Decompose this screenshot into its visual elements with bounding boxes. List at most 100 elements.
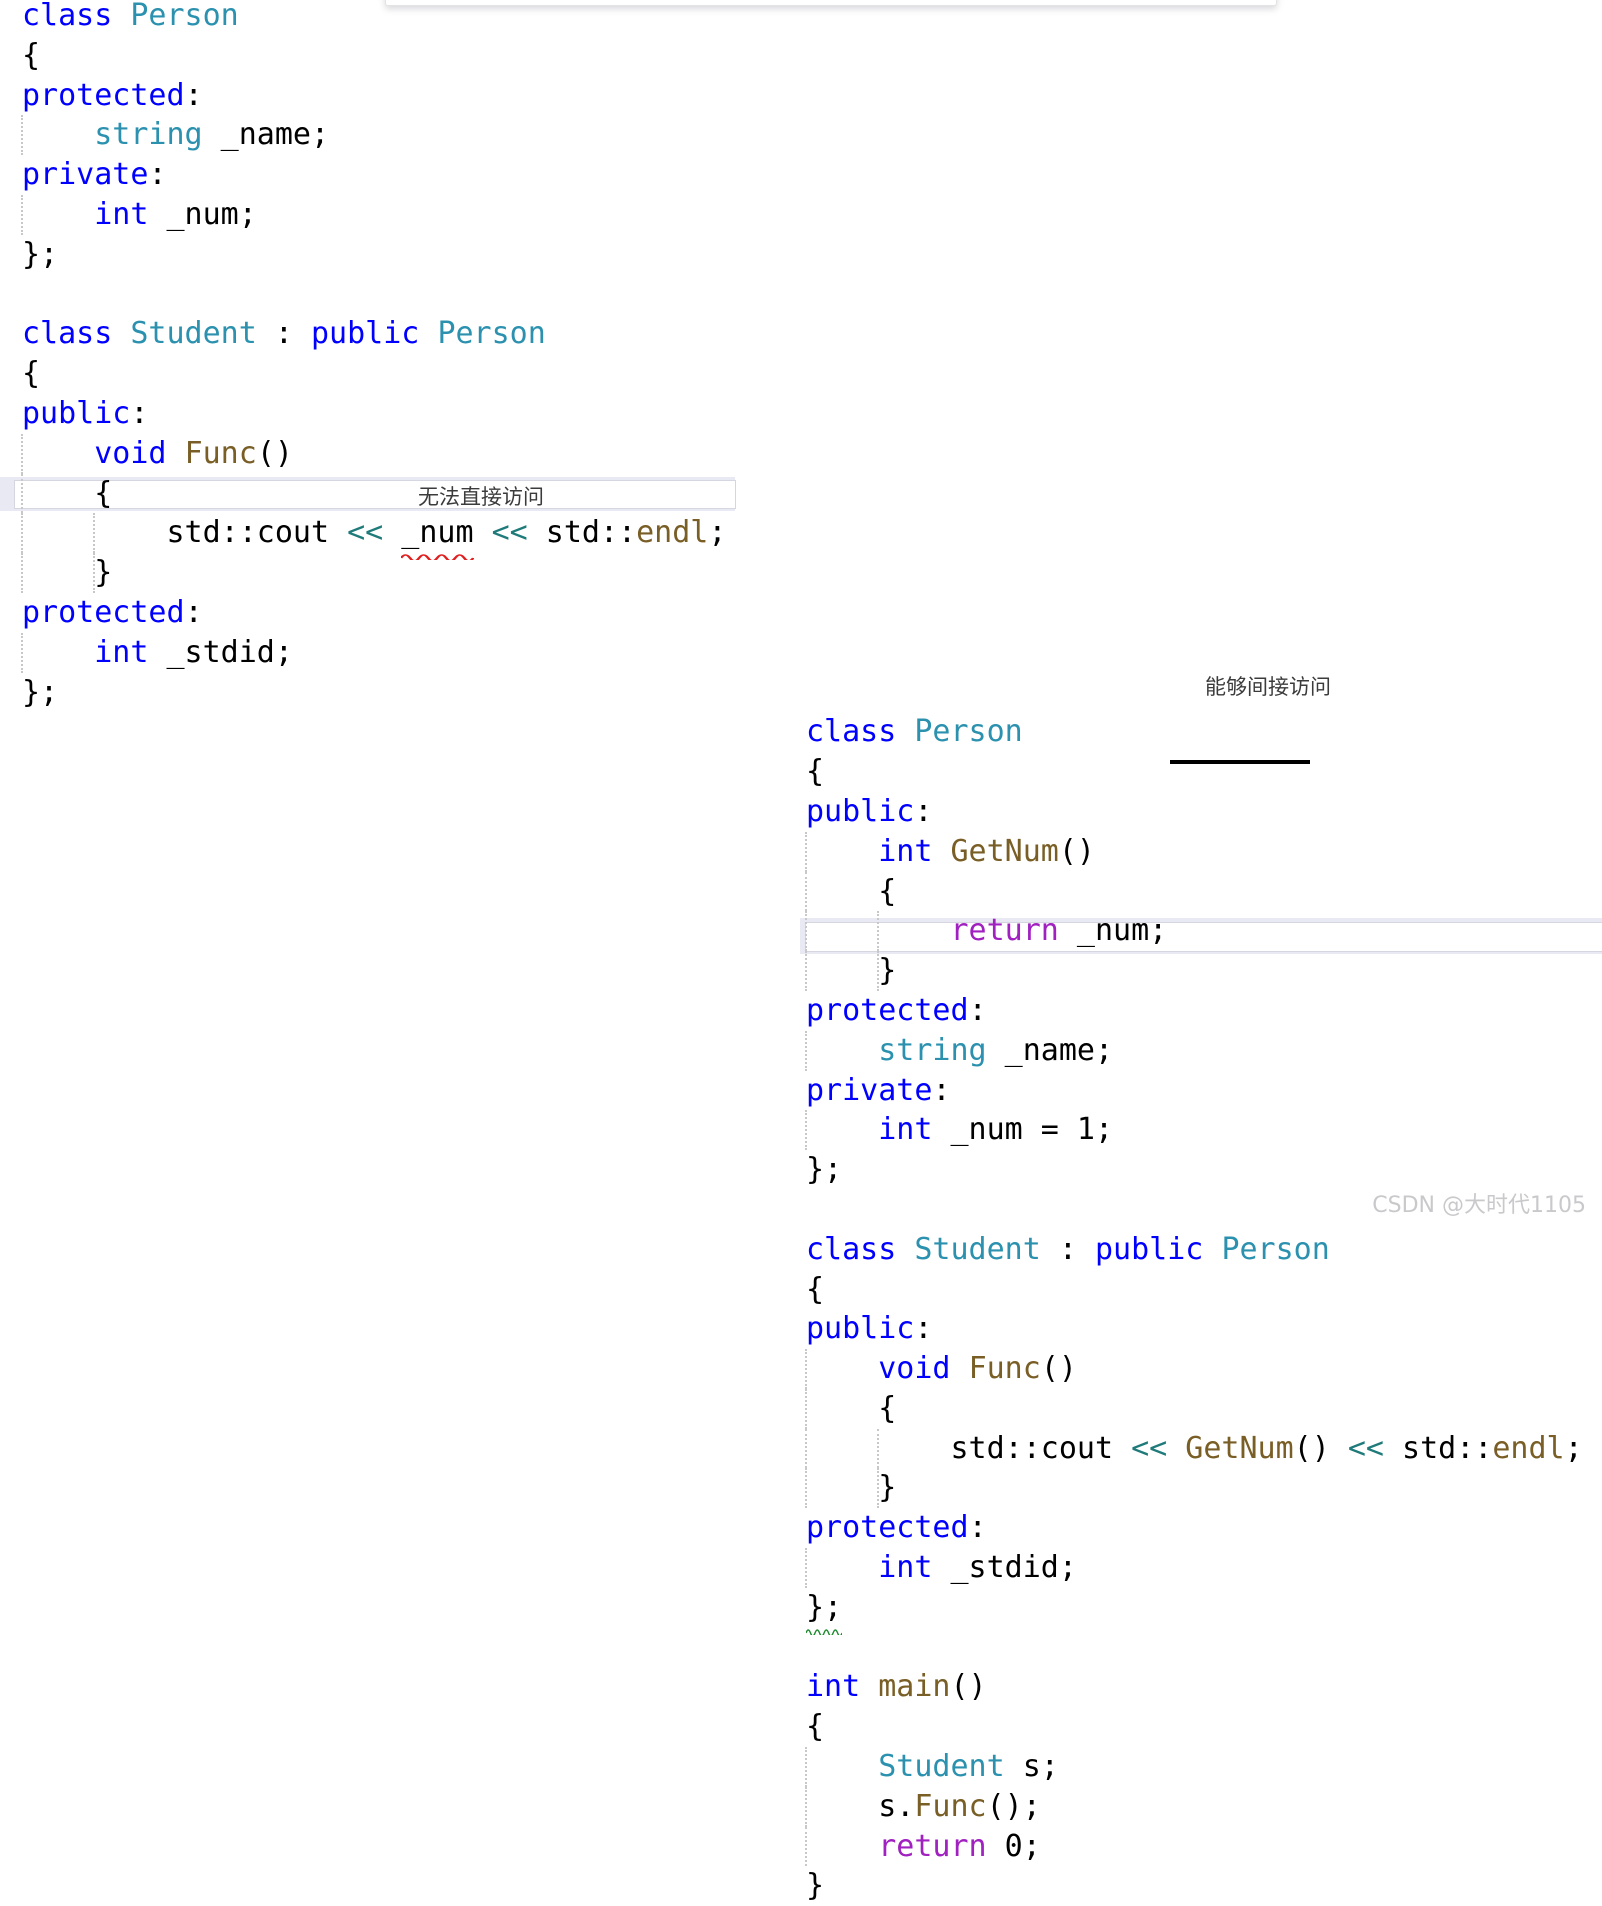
code-token: () <box>950 1669 987 1705</box>
code-line[interactable]: class Student : public Person <box>22 314 782 354</box>
code-token: { <box>806 1390 897 1426</box>
code-token: : <box>968 1510 987 1546</box>
code-token: Person <box>1221 1231 1330 1267</box>
code-line[interactable]: string _name; <box>21 115 782 156</box>
code-line[interactable]: } <box>805 1468 1602 1509</box>
code-line[interactable]: } <box>805 951 1602 991</box>
code-token: }; <box>22 674 59 710</box>
code-line[interactable]: return 0; <box>805 1826 1602 1867</box>
code-line[interactable]: s.Func(); <box>805 1786 1602 1827</box>
code-line[interactable]: class Student : public Person <box>806 1230 1602 1270</box>
getnum-emphasis-underline <box>1170 760 1310 764</box>
code-line[interactable]: string _name; <box>805 1030 1602 1071</box>
code-token: }; <box>806 1588 843 1635</box>
code-token: () <box>1058 833 1095 869</box>
code-token: _name; <box>986 1032 1114 1068</box>
code-token: } <box>22 555 113 591</box>
code-token: ; <box>1564 1430 1583 1466</box>
code-token: public <box>806 1311 915 1347</box>
code-line[interactable]: public: <box>806 1309 1602 1349</box>
code-line[interactable]: }; <box>22 673 782 713</box>
code-token: { <box>22 37 41 73</box>
code-token: : <box>256 316 311 352</box>
code-line[interactable]: { <box>22 354 782 394</box>
code-line[interactable]: }; <box>806 1150 1602 1190</box>
code-line[interactable]: int GetNum() <box>805 831 1602 872</box>
code-line[interactable]: int _stdid; <box>21 632 782 673</box>
tooltip-popup-shadow <box>385 0 1277 6</box>
csdn-watermark: CSDN @大时代1105 <box>1372 1193 1586 1218</box>
code-line[interactable]: } <box>21 553 782 593</box>
code-token: Person <box>914 714 1023 750</box>
code-line[interactable]: void Func() <box>805 1349 1602 1389</box>
code-line[interactable]: std::cout << _num << std::endl; <box>21 513 782 561</box>
code-line[interactable]: } <box>806 1866 1602 1906</box>
code-line[interactable]: std::cout << GetNum() << std::endl; <box>805 1428 1602 1469</box>
code-token: return <box>878 1828 987 1864</box>
code-line[interactable]: public: <box>22 394 782 434</box>
code-token: << <box>491 515 528 551</box>
code-token: std::cout <box>806 1430 1132 1466</box>
code-line[interactable]: class Person <box>806 712 1602 752</box>
code-token: { <box>806 1271 825 1307</box>
code-line[interactable]: { <box>21 473 782 514</box>
code-line[interactable]: void Func() <box>21 433 782 474</box>
code-line[interactable]: { <box>806 752 1602 792</box>
code-line[interactable]: { <box>806 1707 1602 1747</box>
code-line[interactable] <box>806 1628 1602 1668</box>
code-line[interactable]: { <box>22 36 782 76</box>
code-line[interactable]: int _num; <box>21 194 782 235</box>
code-token: Func <box>914 1788 987 1824</box>
code-line[interactable]: protected: <box>22 593 782 633</box>
code-line[interactable]: return _num; <box>805 911 1602 952</box>
code-token: public <box>22 395 131 431</box>
code-token: Func <box>968 1351 1041 1387</box>
code-token: private <box>22 157 149 193</box>
code-token: int <box>878 1112 933 1148</box>
code-line[interactable] <box>22 275 782 315</box>
code-line[interactable]: { <box>805 1388 1602 1429</box>
code-token: int <box>878 833 933 869</box>
code-line[interactable]: }; <box>806 1588 1602 1635</box>
code-token: std::cout <box>22 515 348 551</box>
code-token: endl <box>636 515 709 551</box>
code-token: ; <box>708 515 727 551</box>
code-line[interactable]: }; <box>22 235 782 275</box>
code-line[interactable]: Student s; <box>805 1747 1602 1787</box>
code-line[interactable]: public: <box>806 792 1602 832</box>
code-line[interactable]: protected: <box>22 76 782 116</box>
code-token: s; <box>1004 1749 1059 1785</box>
code-editor-left[interactable]: class Person{protected: string _name; pri… <box>21 0 782 713</box>
code-token: } <box>806 1868 825 1904</box>
code-token: protected <box>806 992 969 1028</box>
code-line[interactable]: private: <box>806 1071 1602 1111</box>
code-token: void <box>94 435 167 471</box>
code-line[interactable]: protected: <box>806 1508 1602 1548</box>
code-line[interactable]: int _stdid; <box>805 1548 1602 1588</box>
code-line[interactable]: int main() <box>806 1667 1602 1707</box>
code-token: Student <box>878 1749 1005 1785</box>
code-line[interactable]: { <box>805 871 1602 912</box>
code-line[interactable]: protected: <box>806 991 1602 1031</box>
code-line[interactable]: private: <box>22 155 782 195</box>
code-editor-right[interactable]: class Person{public: int GetNum() { retu… <box>805 712 1602 1906</box>
code-token: : <box>184 77 203 113</box>
code-token: std:: <box>527 515 637 551</box>
code-line[interactable]: { <box>806 1270 1602 1310</box>
code-line[interactable]: int _num = 1; <box>805 1110 1602 1151</box>
code-token: : <box>1040 1231 1095 1267</box>
code-token: int <box>94 196 149 232</box>
